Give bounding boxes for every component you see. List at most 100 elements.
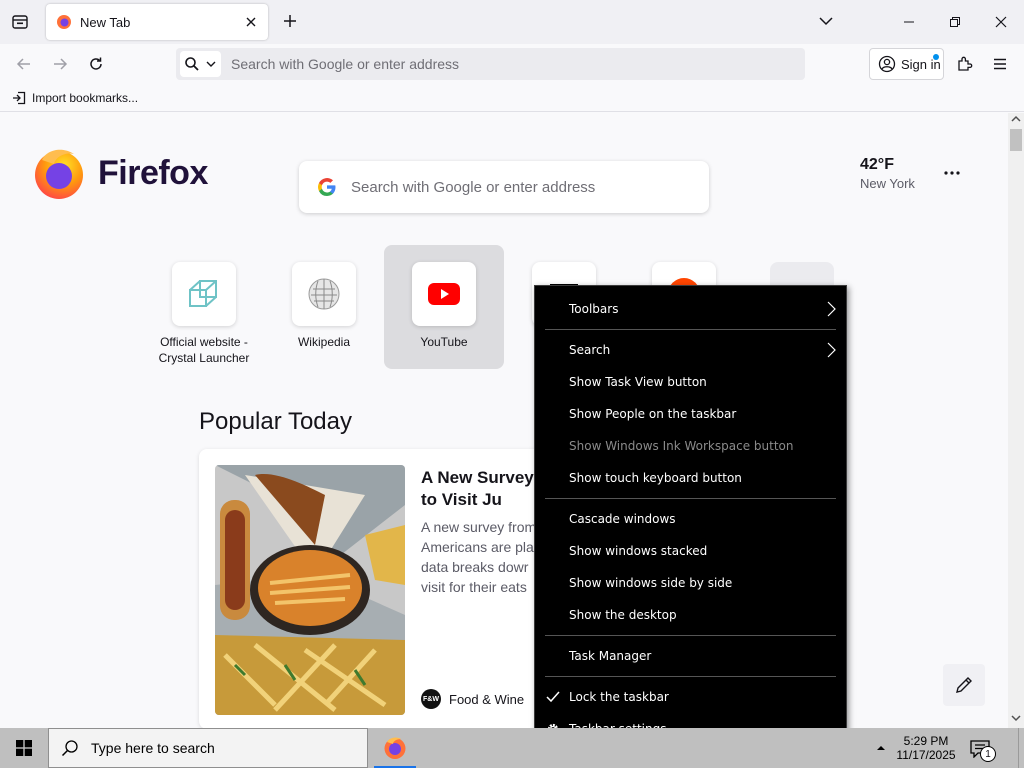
forward-button[interactable] bbox=[46, 50, 74, 78]
menu-item-label: Show windows stacked bbox=[569, 544, 708, 558]
reload-icon bbox=[90, 57, 102, 70]
menu-item-toolbars[interactable]: Toolbars bbox=[535, 293, 846, 325]
app-menu-button[interactable] bbox=[986, 50, 1014, 78]
customize-button[interactable] bbox=[943, 664, 985, 706]
page-scrollbar[interactable] bbox=[1008, 113, 1024, 728]
story-excerpt: A new survey from Americans are pla data… bbox=[421, 519, 537, 595]
close-icon bbox=[246, 17, 256, 27]
search-engine-selector[interactable] bbox=[180, 51, 221, 77]
menu-item-cascade[interactable]: Cascade windows bbox=[535, 503, 846, 535]
scroll-thumb[interactable] bbox=[1010, 129, 1022, 151]
address-bar-placeholder: Search with Google or enter address bbox=[231, 56, 460, 72]
import-icon bbox=[13, 91, 26, 104]
close-window-button[interactable] bbox=[978, 0, 1024, 44]
menu-item-task-view[interactable]: Show Task View button bbox=[535, 366, 846, 398]
wikipedia-icon bbox=[308, 278, 340, 310]
menu-item-people[interactable]: Show People on the taskbar bbox=[535, 398, 846, 430]
content-search-box[interactable]: Search with Google or enter address bbox=[299, 161, 709, 213]
menu-item-label: Show touch keyboard button bbox=[569, 471, 742, 485]
restore-button[interactable] bbox=[932, 0, 978, 44]
menu-item-label: Cascade windows bbox=[569, 512, 676, 526]
menu-item-show-desktop[interactable]: Show the desktop bbox=[535, 599, 846, 631]
list-all-tabs-button[interactable] bbox=[814, 9, 838, 33]
sign-in-button[interactable]: Sign in bbox=[869, 48, 944, 80]
search-icon bbox=[185, 57, 199, 71]
menu-item-stacked[interactable]: Show windows stacked bbox=[535, 535, 846, 567]
menu-item-search[interactable]: Search bbox=[535, 334, 846, 366]
menu-item-label: Show the desktop bbox=[569, 608, 677, 622]
menu-item-label: Show windows side by side bbox=[569, 576, 733, 590]
story-source-name: Food & Wine bbox=[449, 691, 525, 707]
popular-today-heading: Popular Today bbox=[199, 408, 352, 435]
story-image bbox=[215, 465, 405, 715]
arrow-right-icon bbox=[54, 58, 68, 70]
extensions-button[interactable] bbox=[951, 50, 979, 78]
tab-close-button[interactable] bbox=[242, 13, 260, 31]
notification-count-badge: 1 bbox=[980, 746, 996, 762]
crystal-launcher-icon bbox=[189, 280, 217, 307]
windows-logo-icon bbox=[16, 740, 32, 756]
plus-icon bbox=[284, 15, 296, 27]
scroll-up-button[interactable] bbox=[1008, 115, 1024, 127]
tab-strip: New Tab bbox=[0, 0, 1024, 44]
firefox-view-button[interactable] bbox=[6, 8, 34, 36]
reload-button[interactable] bbox=[82, 50, 110, 78]
arrow-left-icon bbox=[16, 58, 30, 70]
tab-title: New Tab bbox=[80, 14, 131, 30]
navigation-toolbar: Search with Google or enter address Sign… bbox=[0, 44, 1024, 84]
checkmark-icon bbox=[546, 690, 560, 704]
puzzle-icon bbox=[958, 56, 973, 71]
show-hidden-icons-button[interactable] bbox=[872, 738, 890, 758]
menu-item-side-by-side[interactable]: Show windows side by side bbox=[535, 567, 846, 599]
minimize-button[interactable] bbox=[886, 0, 932, 44]
account-icon bbox=[878, 55, 896, 73]
menu-item-label: Show People on the taskbar bbox=[569, 407, 737, 421]
chevron-right-icon bbox=[827, 342, 836, 358]
close-icon bbox=[995, 16, 1007, 28]
menu-item-lock-taskbar[interactable]: Lock the taskbar bbox=[535, 681, 846, 713]
top-site-wikipedia[interactable]: Wikipedia bbox=[264, 245, 384, 369]
youtube-icon bbox=[428, 283, 460, 305]
import-bookmarks-button[interactable]: Import bookmarks... bbox=[12, 91, 138, 105]
firefox-view-icon bbox=[12, 15, 28, 29]
top-site-crystal-launcher[interactable]: Official website - Crystal Launcher bbox=[144, 245, 264, 369]
taskbar-search-placeholder: Type here to search bbox=[91, 740, 215, 756]
top-site-tile bbox=[292, 262, 356, 326]
show-desktop-button[interactable] bbox=[1018, 728, 1024, 768]
scroll-down-button[interactable] bbox=[1008, 714, 1024, 726]
new-tab-button[interactable] bbox=[278, 9, 302, 33]
menu-item-touch-keyboard[interactable]: Show touch keyboard button bbox=[535, 462, 846, 494]
menu-item-task-manager[interactable]: Task Manager bbox=[535, 640, 846, 672]
taskbar-clock[interactable]: 5:29 PM 11/17/2025 bbox=[892, 734, 960, 762]
more-horizontal-icon bbox=[944, 171, 960, 175]
menu-separator bbox=[545, 635, 836, 636]
start-button[interactable] bbox=[0, 728, 48, 768]
food-photo bbox=[215, 465, 405, 715]
address-bar[interactable]: Search with Google or enter address bbox=[176, 48, 805, 80]
taskbar-search-box[interactable]: Type here to search bbox=[48, 728, 368, 768]
clock-date: 11/17/2025 bbox=[896, 748, 956, 762]
taskbar-firefox-button[interactable] bbox=[372, 728, 418, 768]
tab-new-tab[interactable]: New Tab bbox=[46, 4, 268, 40]
content-search-placeholder: Search with Google or enter address bbox=[351, 178, 596, 196]
windows-taskbar[interactable]: Type here to search 5:29 PM 11/17/2025 1 bbox=[0, 728, 1024, 768]
chevron-right-icon bbox=[827, 301, 836, 317]
back-button[interactable] bbox=[10, 50, 38, 78]
top-site-label: Official website - Crystal Launcher bbox=[158, 335, 250, 365]
firefox-logo: Firefox bbox=[32, 146, 208, 200]
firefox-wordmark: Firefox bbox=[98, 153, 208, 192]
weather-options-button[interactable] bbox=[940, 163, 964, 183]
top-site-youtube[interactable]: YouTube bbox=[384, 245, 504, 369]
weather-temperature: 42°F bbox=[860, 156, 894, 173]
weather-widget[interactable]: 42°F New York bbox=[860, 156, 915, 191]
taskbar-context-menu: Toolbars Search Show Task View button Sh… bbox=[534, 285, 847, 753]
firefox-favicon-icon bbox=[57, 15, 71, 29]
notification-dot bbox=[933, 54, 939, 60]
import-bookmarks-label: Import bookmarks... bbox=[32, 90, 139, 105]
minimize-icon bbox=[904, 21, 914, 23]
clock-time: 5:29 PM bbox=[903, 734, 949, 748]
menu-item-label: Toolbars bbox=[569, 302, 619, 316]
food-wine-logo-icon: F&W bbox=[421, 689, 441, 709]
weather-location: New York bbox=[860, 176, 915, 191]
top-site-label: YouTube bbox=[420, 335, 468, 349]
